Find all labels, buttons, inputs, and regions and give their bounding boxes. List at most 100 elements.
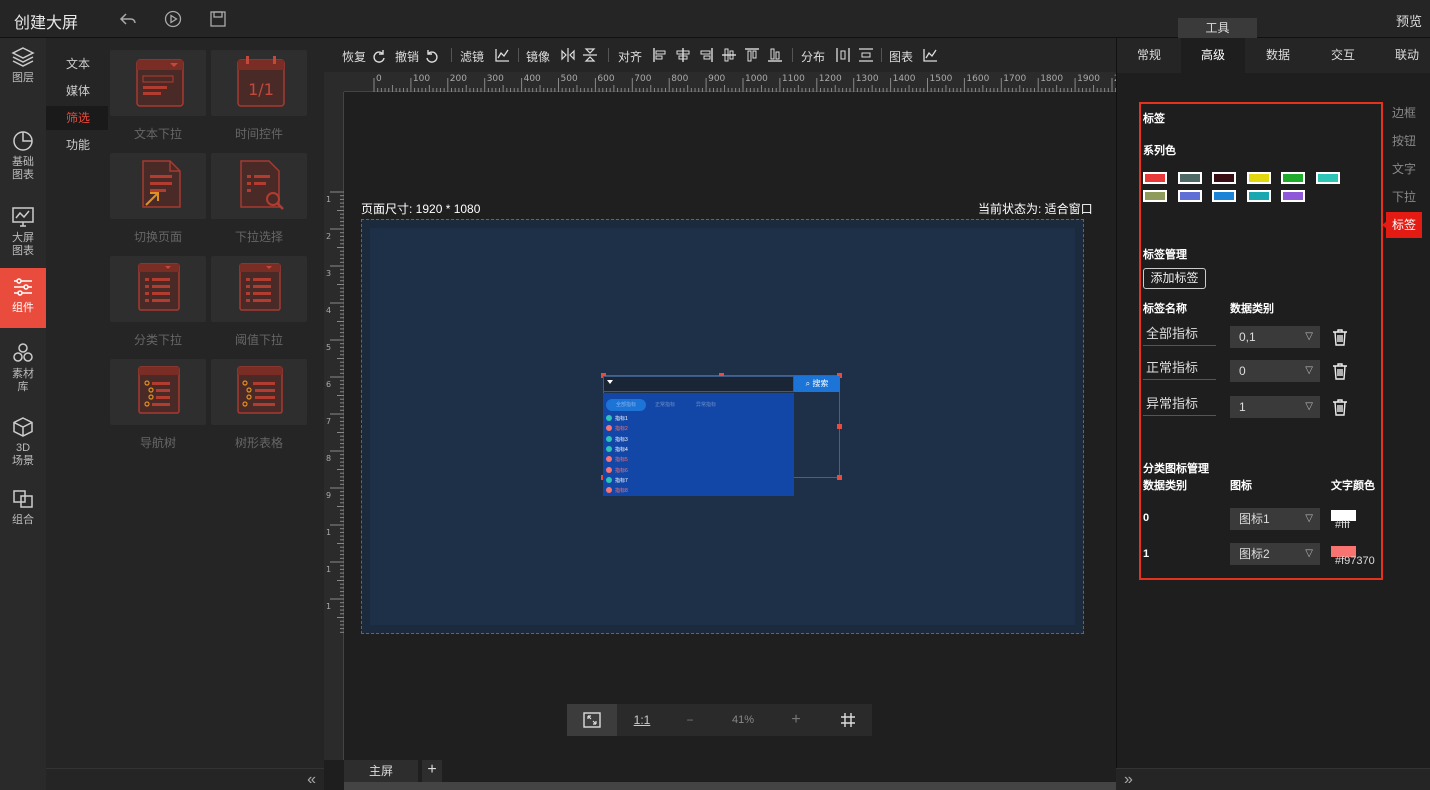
icon-select[interactable]: 图标1 ▽ — [1230, 508, 1320, 530]
horizontal-scrollbar[interactable] — [344, 782, 1116, 790]
delete-tag-icon[interactable] — [1332, 362, 1348, 380]
side-tab-text[interactable]: 文字 — [1386, 156, 1422, 182]
redo-button[interactable]: 恢复 — [342, 48, 366, 65]
flip-vertical-icon[interactable] — [582, 47, 598, 63]
zoom-out-button[interactable]: − — [673, 704, 707, 736]
component-text-dropdown[interactable]: 文本下拉 — [110, 38, 206, 141]
resize-handle[interactable] — [837, 475, 842, 480]
widget-list-item[interactable]: 指标4 — [606, 445, 628, 455]
align-center-icon[interactable] — [675, 47, 691, 63]
category-text[interactable]: 文本 — [46, 52, 108, 76]
widget-list-item[interactable]: 指标3 — [606, 435, 628, 445]
tab-advanced[interactable]: 高级 — [1181, 38, 1245, 73]
nav-layers[interactable]: 图层 — [0, 38, 46, 100]
widget-search-input[interactable] — [603, 376, 794, 392]
widget-list-item[interactable]: 指标6 — [606, 466, 628, 476]
nav-materials[interactable]: 素材 库 — [0, 334, 46, 396]
tag-name-field[interactable]: 异常指标 — [1143, 394, 1216, 416]
category-filter[interactable]: 筛选 — [46, 106, 108, 130]
series-color-swatch[interactable] — [1177, 172, 1202, 184]
component-switch-page[interactable]: 切换页面 — [110, 141, 206, 244]
series-color-swatch[interactable] — [1143, 172, 1167, 184]
chart-icon[interactable] — [922, 47, 938, 63]
filter-chart-icon[interactable] — [494, 47, 510, 63]
flip-horizontal-icon[interactable] — [560, 47, 576, 63]
series-color-swatch[interactable] — [1246, 190, 1271, 202]
filter-button[interactable]: 滤镜 — [460, 48, 484, 65]
add-tag-button[interactable]: 添加标签 — [1143, 268, 1206, 289]
icon-select[interactable]: 图标2 ▽ — [1230, 543, 1320, 565]
one-to-one-button[interactable]: 1:1 — [619, 704, 665, 736]
nav-components[interactable]: 组件 — [0, 268, 46, 328]
tag-name-field[interactable]: 全部指标 — [1143, 324, 1216, 346]
distribute-vertical-icon[interactable] — [858, 47, 874, 63]
tab-main-screen[interactable]: 主屏 — [344, 760, 418, 782]
distribute-button[interactable]: 分布 — [801, 48, 825, 65]
back-icon[interactable] — [119, 10, 137, 28]
undo-icon[interactable] — [424, 47, 440, 63]
mirror-button[interactable]: 镜像 — [526, 48, 550, 65]
distribute-horizontal-icon[interactable] — [835, 47, 851, 63]
align-middle-icon[interactable] — [721, 47, 737, 63]
tab-linkage[interactable]: 联动 — [1375, 38, 1430, 73]
category-function[interactable]: 功能 — [46, 133, 108, 157]
save-icon[interactable] — [209, 10, 227, 28]
category-media[interactable]: 媒体 — [46, 79, 108, 103]
widget-search-button[interactable]: ⌕ 搜索 — [794, 376, 840, 392]
widget-list-item[interactable]: 指标8 — [606, 486, 628, 496]
redo-icon[interactable] — [371, 47, 387, 63]
nav-3d-scene[interactable]: 3D 场景 — [0, 408, 46, 470]
align-button[interactable]: 对齐 — [618, 48, 642, 65]
side-tab-border[interactable]: 边框 — [1386, 100, 1422, 126]
collapse-right-icon[interactable]: » — [1124, 771, 1133, 789]
tab-interaction[interactable]: 交互 — [1311, 38, 1375, 73]
align-top-icon[interactable] — [744, 47, 760, 63]
preview-button[interactable]: 预览 — [1396, 11, 1422, 30]
align-bottom-icon[interactable] — [767, 47, 783, 63]
tab-general[interactable]: 常规 — [1117, 38, 1181, 73]
component-tree-table[interactable]: 树形表格 — [211, 347, 307, 450]
widget-tab-all[interactable]: 全部指标 — [606, 399, 646, 411]
component-threshold-dropdown[interactable]: 阈值下拉 — [211, 244, 307, 347]
delete-tag-icon[interactable] — [1332, 398, 1348, 416]
side-tab-tag[interactable]: 标签 — [1386, 212, 1422, 238]
align-right-icon[interactable] — [698, 47, 714, 63]
tab-data[interactable]: 数据 — [1246, 38, 1310, 73]
series-color-swatch[interactable] — [1212, 190, 1236, 202]
grid-toggle-button[interactable] — [824, 704, 872, 736]
tools-tab[interactable]: 工具 — [1178, 18, 1257, 38]
series-color-swatch[interactable] — [1281, 172, 1305, 184]
component-dropdown-select[interactable]: 下拉选择 — [211, 141, 307, 244]
component-time-control[interactable]: 1/1 时间控件 — [211, 38, 307, 141]
tag-name-field[interactable]: 正常指标 — [1143, 358, 1216, 380]
series-color-swatch[interactable] — [1143, 190, 1167, 202]
widget-tab-normal[interactable]: 正常指标 — [648, 399, 682, 411]
widget-list-item[interactable]: 指标7 — [606, 476, 628, 486]
tag-data-type-select[interactable]: 0 ▽ — [1230, 360, 1320, 382]
side-tab-button[interactable]: 按钮 — [1386, 128, 1422, 154]
widget-list-item[interactable]: 指标5 — [606, 455, 628, 465]
delete-tag-icon[interactable] — [1332, 328, 1348, 346]
chart-button[interactable]: 图表 — [889, 48, 913, 65]
play-icon[interactable] — [164, 10, 182, 28]
series-color-swatch[interactable] — [1177, 190, 1202, 202]
nav-screen-charts[interactable]: 大屏 图表 — [0, 198, 46, 260]
undo-button[interactable]: 撤销 — [395, 48, 419, 65]
zoom-in-button[interactable]: + — [779, 704, 813, 736]
add-screen-button[interactable]: + — [422, 760, 442, 782]
nav-basic-charts[interactable]: 基础 图表 — [0, 122, 46, 184]
component-category-dropdown[interactable]: 分类下拉 — [110, 244, 206, 347]
widget-list-item[interactable]: 指标1 — [606, 414, 628, 424]
series-color-swatch[interactable] — [1315, 172, 1340, 184]
nav-group[interactable]: 组合 — [0, 480, 46, 542]
widget-list-item[interactable]: 指标2 — [606, 424, 628, 434]
series-color-swatch[interactable] — [1246, 172, 1271, 184]
widget-tab-abnormal[interactable]: 异常指标 — [689, 399, 723, 411]
tag-data-type-select[interactable]: 0,1 ▽ — [1230, 326, 1320, 348]
align-left-icon[interactable] — [652, 47, 668, 63]
series-color-swatch[interactable] — [1212, 172, 1236, 184]
tag-data-type-select[interactable]: 1 ▽ — [1230, 396, 1320, 418]
collapse-left-icon[interactable]: « — [307, 771, 316, 789]
fit-screen-button[interactable] — [567, 704, 617, 736]
component-nav-tree[interactable]: 导航树 — [110, 347, 206, 450]
